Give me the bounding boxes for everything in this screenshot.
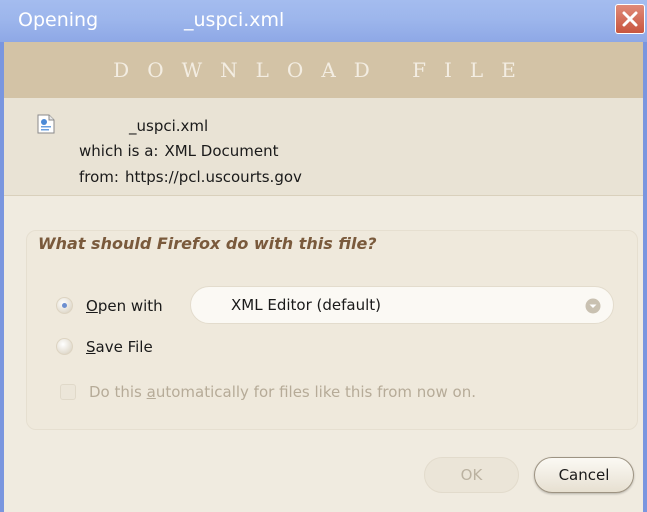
- save-file-accesskey: S: [86, 338, 96, 356]
- open-with-accesskey: O: [86, 297, 98, 315]
- title-bar[interactable]: Opening _uspci.xml: [0, 0, 647, 42]
- file-source-line: from: https://pcl.uscourts.gov: [79, 168, 302, 186]
- download-banner: DOWNLOAD FILE: [4, 42, 643, 98]
- title-filename: _uspci.xml: [184, 9, 285, 31]
- cancel-button[interactable]: Cancel: [534, 457, 634, 493]
- auto-label-pre: Do this: [89, 383, 147, 401]
- file-source-value: https://pcl.uscourts.gov: [124, 168, 302, 186]
- save-file-label[interactable]: Save File: [86, 338, 153, 356]
- close-icon: [622, 11, 638, 27]
- open-with-app-select[interactable]: XML Editor (default): [190, 286, 614, 324]
- app-select-value: XML Editor (default): [231, 296, 381, 314]
- file-info-panel: _uspci.xml which is a: XML Document from:…: [4, 98, 643, 196]
- auto-label-post: utomatically for files like this from no…: [155, 383, 476, 401]
- chevron-down-icon: [585, 298, 601, 314]
- file-type-value: XML Document: [164, 142, 279, 160]
- file-source-label: from:: [79, 168, 119, 186]
- auto-label-accesskey: a: [146, 383, 156, 401]
- auto-action-checkbox[interactable]: [60, 384, 76, 400]
- file-type-line: which is a: XML Document: [79, 142, 279, 160]
- open-with-radio[interactable]: [56, 297, 73, 314]
- radio-selected-dot: [62, 303, 67, 308]
- open-with-label[interactable]: Open with: [86, 297, 163, 315]
- action-group-legend: What should Firefox do with this file?: [38, 234, 383, 253]
- xml-document-icon: [37, 114, 55, 134]
- title-prefix: Opening: [18, 9, 99, 31]
- auto-action-label[interactable]: Do this automatically for files like thi…: [89, 383, 476, 401]
- open-with-label-text: pen with: [97, 297, 163, 315]
- save-file-label-text: ave File: [95, 338, 153, 356]
- ok-button[interactable]: OK: [424, 457, 519, 493]
- save-file-radio[interactable]: [56, 338, 73, 355]
- close-button[interactable]: [615, 4, 645, 34]
- file-type-label: which is a:: [79, 142, 159, 160]
- file-name: _uspci.xml: [129, 117, 209, 135]
